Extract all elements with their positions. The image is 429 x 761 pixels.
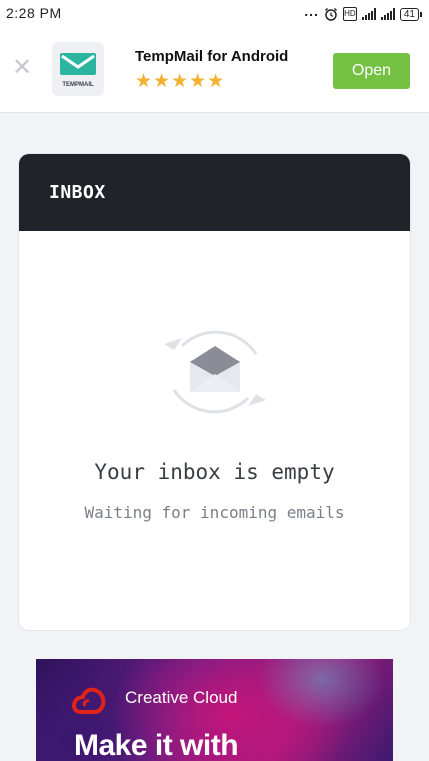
app-icon-label: TEMPMAIL (62, 82, 94, 88)
open-button[interactable]: Open (333, 53, 410, 89)
inbox-title: INBOX (49, 182, 106, 203)
ad-app-name[interactable]: TempMail for Android (135, 48, 288, 65)
ad-brand-name: Creative Cloud (125, 688, 238, 707)
rating-stars: ★★★★★ (135, 71, 226, 92)
more-notifications-icon: ... (304, 3, 319, 19)
empty-inbox-title: Your inbox is empty (94, 460, 335, 484)
app-icon[interactable]: TEMPMAIL (52, 42, 104, 96)
data-saver-icon: HD (342, 7, 357, 21)
signal-sim2-icon (380, 8, 395, 20)
inbox-card: INBOX Your inbox is empty Waiting for in… (19, 154, 410, 630)
alarm-icon (324, 7, 337, 21)
empty-inbox-subtitle: Waiting for incoming emails (84, 503, 345, 522)
status-bar: 2:28 PM ... HD 41 (0, 0, 429, 28)
refresh-envelope-icon (164, 330, 266, 414)
status-icons: ... HD 41 (304, 3, 423, 22)
signal-sim1-icon (361, 8, 376, 20)
ad-headline: Make it with (74, 729, 239, 761)
inbox-header: INBOX (19, 154, 410, 231)
status-time: 2:28 PM (6, 5, 62, 21)
battery-indicator: 41 (399, 7, 423, 21)
creative-cloud-logo-icon (72, 687, 106, 714)
creative-cloud-ad[interactable]: Creative Cloud Make it with (36, 659, 393, 761)
ad-banner[interactable]: ✕ TEMPMAIL TempMail for Android ★★★★★ Op… (0, 28, 429, 113)
close-ad-icon[interactable]: ✕ (12, 56, 32, 80)
envelope-icon (60, 53, 96, 75)
